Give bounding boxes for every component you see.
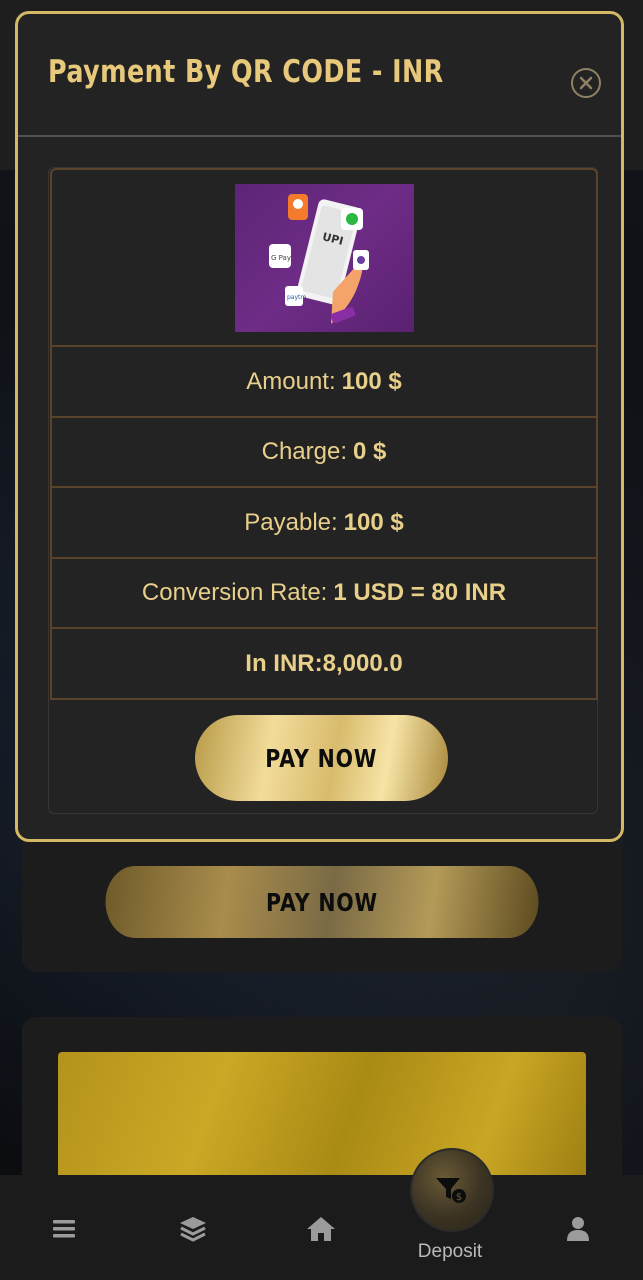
amount-row: Amount: 100 $ <box>50 347 598 418</box>
qr-payment-modal: Payment By QR CODE - INR UPI G Pay paytm… <box>15 11 624 842</box>
pay-now-button[interactable]: PAY NOW <box>195 715 448 801</box>
bottom-nav <box>0 1175 643 1280</box>
modal-title: Payment By QR CODE - INR <box>48 54 444 90</box>
conversion-rate-label: Conversion Rate: <box>141 579 328 606</box>
payable-row: Payable: 100 $ <box>50 488 598 559</box>
svg-text:G Pay: G Pay <box>271 254 291 262</box>
promo-banner[interactable] <box>58 1052 586 1182</box>
conversion-rate-row: Conversion Rate: 1 USD = 80 INR <box>50 559 598 629</box>
payable-label: Payable: <box>244 508 338 536</box>
background-pay-now-button[interactable]: PAY NOW <box>105 866 539 938</box>
svg-text:$: $ <box>456 1192 462 1203</box>
home-icon <box>307 1217 335 1241</box>
nav-home[interactable] <box>301 1209 341 1249</box>
nav-profile[interactable] <box>558 1209 598 1249</box>
amount-label: Amount: <box>246 367 336 395</box>
charge-label: Charge: <box>261 438 347 465</box>
payment-info-box: UPI G Pay paytm Amount: 100 $ Charge: 0 … <box>48 167 598 814</box>
inr-total-row: In INR:8,000.0 <box>50 629 598 700</box>
charge-value: 0 $ <box>353 438 387 465</box>
layers-icon <box>180 1217 206 1242</box>
nav-deposit-label: Deposit <box>417 1241 483 1262</box>
menu-icon <box>53 1220 75 1238</box>
charge-row: Charge: 0 $ <box>50 418 598 488</box>
close-icon <box>579 76 593 90</box>
pay-now-label: PAY NOW <box>265 743 378 773</box>
inr-total-value: In INR:8,000.0 <box>245 649 403 677</box>
nav-deposit-button[interactable]: $ <box>410 1148 494 1232</box>
nav-layers[interactable] <box>173 1209 213 1249</box>
nav-menu[interactable] <box>44 1209 84 1249</box>
upi-apps-illustration: UPI G Pay paytm <box>268 193 369 324</box>
modal-divider <box>18 135 621 137</box>
payable-value: 100 $ <box>343 508 404 536</box>
upi-payment-image: UPI G Pay paytm <box>234 183 414 332</box>
amount-value: 100 $ <box>341 367 402 395</box>
qr-image-row: UPI G Pay paytm <box>50 168 598 347</box>
conversion-rate-value: 1 USD = 80 INR <box>333 579 507 606</box>
svg-text:paytm: paytm <box>287 294 306 301</box>
user-icon <box>567 1217 589 1241</box>
close-button[interactable] <box>571 68 601 98</box>
deposit-filter-icon: $ <box>436 1178 466 1203</box>
